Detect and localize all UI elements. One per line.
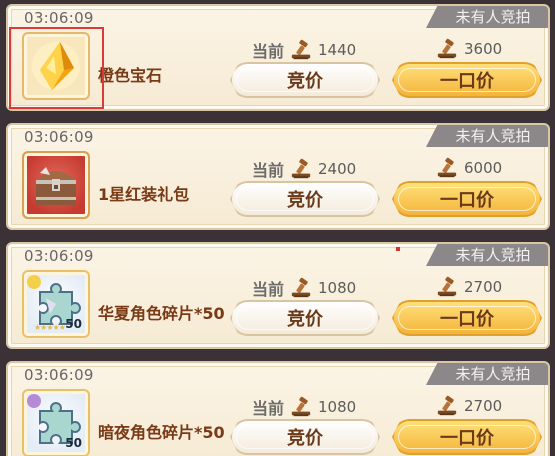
- auction-card: 03:06:09 未有人竞拍 1星红装礼包 当前 2400 6000 竞价 一口…: [6, 123, 550, 230]
- gavel-icon: [290, 158, 312, 180]
- countdown-timer: 03:06:09: [24, 247, 94, 265]
- gavel-icon: [436, 276, 458, 298]
- gavel-icon: [436, 38, 458, 60]
- orange-gem-icon: [32, 42, 80, 90]
- bid-button[interactable]: 竞价: [230, 181, 380, 217]
- notification-dot: [396, 247, 400, 251]
- bid-button-label: 竞价: [287, 190, 323, 211]
- buyout-price-value: 2700: [464, 397, 503, 415]
- countdown-timer: 03:06:09: [24, 366, 94, 384]
- item-name: 1星红装礼包: [98, 185, 190, 204]
- item-quantity: 50: [65, 317, 82, 331]
- item-slot[interactable]: [22, 32, 90, 100]
- buyout-price-value: 6000: [464, 159, 503, 177]
- auction-card: 03:06:09 未有人竞拍 50 暗夜角色碎片*50 当前 1080 2700…: [6, 361, 550, 456]
- status-badge: 未有人竞拍: [426, 125, 548, 147]
- current-price-value: 1440: [318, 41, 357, 59]
- countdown-timer: 03:06:09: [24, 128, 94, 146]
- current-price: 当前 1080: [252, 395, 356, 419]
- item-slot[interactable]: [22, 151, 90, 219]
- current-price: 当前 1440: [252, 38, 356, 62]
- buyout-button-label: 一口价: [440, 190, 494, 211]
- item-name: 橙色宝石: [98, 66, 163, 85]
- buyout-price-value: 2700: [464, 278, 503, 296]
- status-badge: 未有人竞拍: [426, 6, 548, 28]
- gavel-icon: [290, 277, 312, 299]
- current-label: 当前: [252, 161, 285, 180]
- star-rating: ★★★★★: [34, 323, 66, 332]
- status-badge: 未有人竞拍: [426, 244, 548, 266]
- item-name: 暗夜角色碎片*50: [98, 423, 225, 442]
- current-price: 当前 2400: [252, 157, 356, 181]
- gavel-icon: [290, 39, 312, 61]
- treasure-chest-icon: [36, 167, 76, 205]
- gavel-icon: [436, 157, 458, 179]
- buyout-button[interactable]: 一口价: [392, 62, 542, 98]
- gavel-icon: [290, 396, 312, 418]
- bid-button-label: 竞价: [287, 428, 323, 449]
- current-label: 当前: [252, 42, 285, 61]
- current-price-value: 2400: [318, 160, 357, 178]
- auction-card: 03:06:09 未有人竞拍 橙色宝石 当前 1440 3600 竞价 一口价: [6, 4, 550, 111]
- status-badge: 未有人竞拍: [426, 363, 548, 385]
- item-slot[interactable]: ★★★★★ 50: [22, 270, 90, 338]
- buyout-price: 6000: [436, 157, 502, 179]
- item-quantity: 50: [65, 436, 82, 450]
- bid-button[interactable]: 竞价: [230, 419, 380, 455]
- auction-list: 03:06:09 未有人竞拍 橙色宝石 当前 1440 3600 竞价 一口价 …: [0, 0, 555, 456]
- buyout-price: 3600: [436, 38, 502, 60]
- current-price-value: 1080: [318, 398, 357, 416]
- buyout-button[interactable]: 一口价: [392, 419, 542, 455]
- bid-button[interactable]: 竞价: [230, 62, 380, 98]
- current-price: 当前 1080: [252, 276, 356, 300]
- item-name: 华夏角色碎片*50: [98, 304, 225, 323]
- buyout-price-value: 3600: [464, 40, 503, 58]
- buyout-price: 2700: [436, 276, 502, 298]
- buyout-button-label: 一口价: [440, 309, 494, 330]
- buyout-price: 2700: [436, 395, 502, 417]
- buyout-button[interactable]: 一口价: [392, 300, 542, 336]
- auction-card: 03:06:09 未有人竞拍 ★★★★★ 50 华夏角色碎片*50 当前 108…: [6, 242, 550, 349]
- current-label: 当前: [252, 399, 285, 418]
- gavel-icon: [436, 395, 458, 417]
- bid-button-label: 竞价: [287, 309, 323, 330]
- bid-button-label: 竞价: [287, 71, 323, 92]
- buyout-button-label: 一口价: [440, 428, 494, 449]
- current-price-value: 1080: [318, 279, 357, 297]
- buyout-button-label: 一口价: [440, 71, 494, 92]
- current-label: 当前: [252, 280, 285, 299]
- bid-button[interactable]: 竞价: [230, 300, 380, 336]
- item-slot[interactable]: 50: [22, 389, 90, 456]
- buyout-button[interactable]: 一口价: [392, 181, 542, 217]
- countdown-timer: 03:06:09: [24, 9, 94, 27]
